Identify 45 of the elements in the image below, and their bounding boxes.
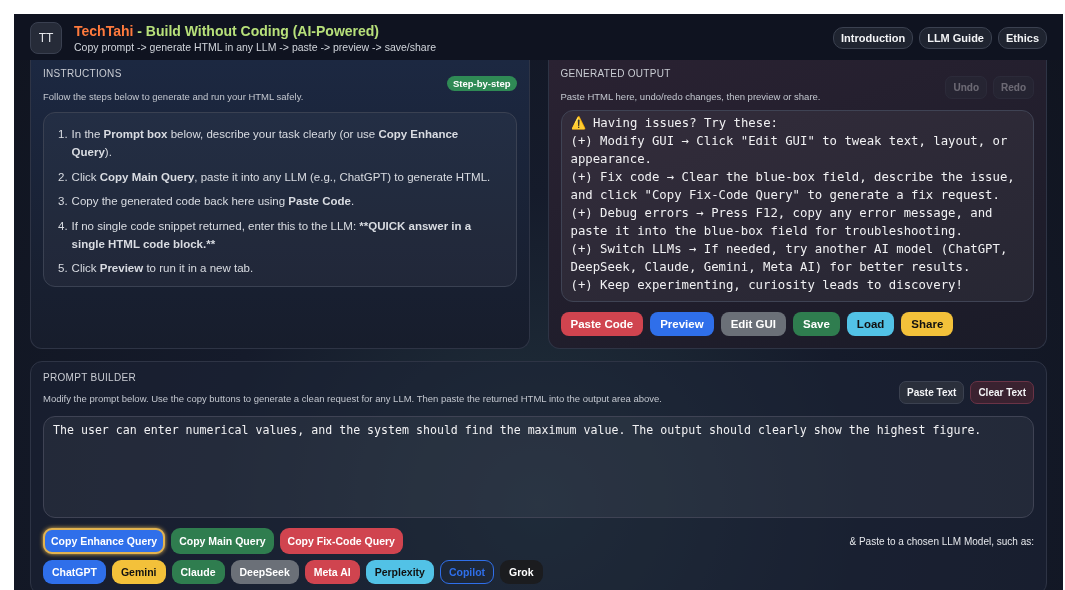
step-number: 4. (58, 218, 68, 234)
nav-button[interactable]: Ethics (998, 27, 1047, 49)
copy-query-button[interactable]: Copy Enhance Query (43, 528, 166, 554)
prompt-field[interactable]: The user can enter numerical values, and the system should find the maximum value. The output should clearly show the highest figure. (43, 416, 1034, 518)
action-button[interactable]: Edit GUI (720, 312, 786, 336)
output-field[interactable]: ⚠ Having issues? Try these: (+) Modify GUI → Click "Edit GUI" to tweak text, layout, or appearance. (+) Fix code → Clear the blue-box field, describe the issue, and click "Copy Fix-Code Query" to generate a fix request. (+) Debug errors → Press F12, copy any error message, and paste it into the blue-box field for troubleshooting. (+) Switch LLMs → If needed, try another AI model (ChatGPT, DeepSeek, Claude, Gemini, Meta AI) for better results. (+) Keep experimenting, curiosity leads to discovery! (560, 110, 1034, 302)
step-text: In the Prompt box below, describe your task clearly (or use Copy Enhance Query). (71, 127, 460, 161)
model-chip[interactable]: Perplexity (365, 560, 434, 584)
app-subtitle: Copy prompt -> generate HTML in any LLM -> paste -> preview -> save/share (74, 41, 438, 53)
nav-button[interactable]: LLM Guide (919, 27, 992, 49)
model-chip[interactable]: Gemini (111, 560, 166, 584)
step-text: Click Copy Main Query, paste it into any LLM (e.g., ChatGPT) to generate HTML. (71, 169, 491, 185)
step-number: 3. (58, 194, 68, 210)
panel-description: Modify the prompt below. Use the copy buttons to generate a clean request for any LLM. Then paste the returned HTML into the output area above. (43, 393, 662, 404)
copy-query-button[interactable]: Copy Fix-Code Query (279, 528, 403, 554)
step-badge: Step-by-step (446, 76, 517, 91)
action-button[interactable]: Load (846, 312, 895, 336)
step-text: Click Preview to run it in a new tab. (71, 261, 254, 277)
paste-hint: & Paste to a chosen LLM Model, such as: (849, 535, 1034, 547)
step-number: 1. (58, 127, 68, 142)
panel-description: Follow the steps below to generate and run your HTML safely. (43, 91, 304, 102)
step-text: If no single code snippet returned, enter this to the LLM: **QUICK answer in a single HTML code block.** (71, 218, 473, 252)
model-chip[interactable]: Meta AI (304, 560, 360, 584)
app-title: TechTahi - Build Without Coding (AI-Powered) (74, 23, 380, 39)
step-number: 5. (58, 261, 68, 277)
model-chip[interactable]: Grok (500, 560, 543, 584)
copy-query-button[interactable]: Copy Main Query (171, 528, 274, 554)
action-button[interactable]: Share (901, 312, 954, 336)
step-text: Copy the generated code back here using Paste Code. (71, 194, 355, 210)
model-chip[interactable]: Copilot (439, 560, 495, 584)
model-chip[interactable]: DeepSeek (230, 560, 299, 584)
model-chip[interactable]: ChatGPT (43, 560, 106, 584)
step-number: 2. (58, 169, 68, 185)
clear-text-button[interactable]: Clear Text (970, 381, 1034, 404)
action-button[interactable]: Paste Code (560, 312, 644, 336)
action-button[interactable]: Save (793, 312, 840, 336)
logo-badge: TT (30, 22, 62, 54)
panel-heading: PROMPT BUILDER (43, 372, 137, 383)
nav-button[interactable]: Introduction (833, 27, 914, 49)
paste-text-button[interactable]: Paste Text (899, 381, 965, 404)
panel-description: Paste HTML here, undo/redo changes, then preview or share. (560, 91, 821, 102)
panel-heading: INSTRUCTIONS (43, 68, 123, 79)
panel-heading: GENERATED OUTPUT (560, 68, 672, 79)
action-button[interactable]: Preview (650, 312, 714, 336)
model-chip[interactable]: Claude (171, 560, 225, 584)
